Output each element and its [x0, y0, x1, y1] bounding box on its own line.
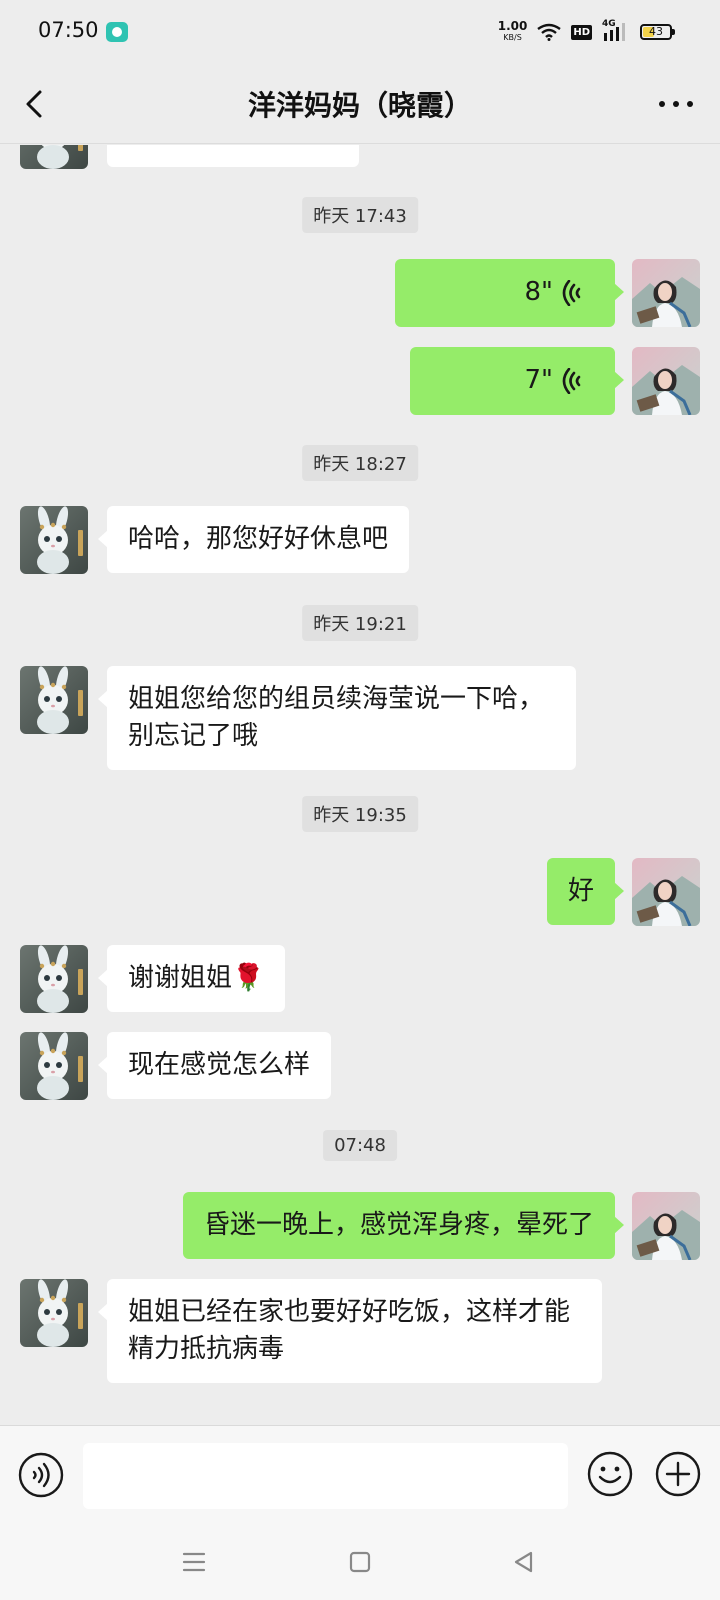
nav-home-button[interactable]: [343, 1545, 377, 1579]
time-divider: 昨天 17:43: [302, 197, 418, 233]
message-bubble[interactable]: 现在感觉怎么样: [97, 1032, 332, 1099]
home-square-icon: [349, 1551, 371, 1573]
message-list[interactable]: 昨天 17:43 8" 7" 昨天 18:27 哈哈，那您好好休息吧 昨天 19…: [0, 145, 720, 1425]
more-dots-icon: [659, 101, 693, 107]
hd-badge: HD: [571, 24, 592, 40]
message-bubble[interactable]: 昏迷一晚上，感觉浑身疼，晕死了: [182, 1192, 625, 1259]
voice-message-content: 7": [442, 362, 583, 399]
message-bubble-partial[interactable]: [107, 145, 359, 167]
time-divider: 昨天 18:27: [302, 445, 418, 481]
message-bubble[interactable]: 谢谢姐姐🌹: [97, 945, 286, 1012]
voice-wave-icon: [562, 279, 581, 306]
battery-icon: 43: [640, 24, 675, 40]
contact-avatar[interactable]: [20, 506, 88, 574]
voice-input-button[interactable]: [18, 1452, 64, 1498]
menu-icon: [182, 1552, 206, 1572]
message-bubble[interactable]: 姐姐已经在家也要好好吃饭，这样才能精力抵抗病毒: [98, 1279, 602, 1383]
voice-message-content: 8": [427, 274, 583, 311]
network-speed-unit: KB/S: [503, 33, 522, 42]
message-input[interactable]: [83, 1443, 568, 1509]
more-functions-button[interactable]: [654, 1450, 702, 1498]
voice-wave-icon: [562, 367, 581, 394]
nav-back-button[interactable]: [507, 1545, 541, 1579]
status-indicators: 1.00 KB/S HD 4G 43: [497, 18, 675, 46]
time-divider: 昨天 19:21: [302, 605, 418, 641]
chat-title: 洋洋妈妈（晓霞）: [247, 89, 472, 122]
back-triangle-icon: [514, 1551, 533, 1573]
more-options-button[interactable]: [654, 88, 698, 120]
cell-signal: 4G: [602, 19, 630, 43]
network-speed-value: 1.00: [497, 19, 528, 33]
emoji-button[interactable]: [586, 1450, 634, 1498]
my-avatar[interactable]: [632, 858, 700, 926]
message-bubble[interactable]: 哈哈，那您好好休息吧: [97, 506, 410, 573]
nav-menu-button[interactable]: [177, 1545, 211, 1579]
time-divider: 昨天 19:35: [302, 796, 418, 832]
voice-duration: 8": [524, 277, 553, 307]
message-bubble[interactable]: 好: [546, 858, 625, 925]
voice-message-bubble[interactable]: 7": [410, 347, 624, 415]
contact-avatar[interactable]: [20, 145, 88, 169]
emoji-icon: [587, 1451, 633, 1497]
plus-icon: [655, 1451, 701, 1497]
time-divider: 07:48: [323, 1130, 397, 1161]
message-bubble[interactable]: 姐姐您给您的组员续海莹说一下哈，别忘记了哦: [98, 666, 576, 770]
notification-app-icon: [106, 22, 128, 42]
chevron-left-icon: [26, 90, 42, 118]
cell-signal-icon: [604, 23, 625, 41]
contact-avatar[interactable]: [20, 1279, 88, 1347]
voice-input-icon: [18, 1452, 64, 1498]
contact-avatar[interactable]: [20, 1032, 88, 1100]
my-avatar[interactable]: [632, 347, 700, 415]
contact-avatar[interactable]: [20, 666, 88, 734]
my-avatar[interactable]: [632, 1192, 700, 1260]
system-nav-bar: [0, 1525, 720, 1600]
my-avatar[interactable]: [632, 259, 700, 327]
voice-message-bubble[interactable]: 8": [395, 259, 624, 327]
chat-input-bar: [0, 1425, 720, 1525]
battery-level: 43: [649, 25, 663, 38]
network-speed: 1.00 KB/S: [497, 19, 528, 43]
status-bar: 07:50 1.00 KB/S HD 4G 43: [0, 0, 720, 64]
contact-avatar[interactable]: [20, 945, 88, 1013]
status-time: 07:50: [38, 18, 99, 42]
wifi-icon: [537, 23, 562, 41]
chat-header: 洋洋妈妈（晓霞）: [0, 64, 720, 144]
back-button[interactable]: [16, 84, 56, 124]
voice-duration: 7": [524, 365, 553, 395]
